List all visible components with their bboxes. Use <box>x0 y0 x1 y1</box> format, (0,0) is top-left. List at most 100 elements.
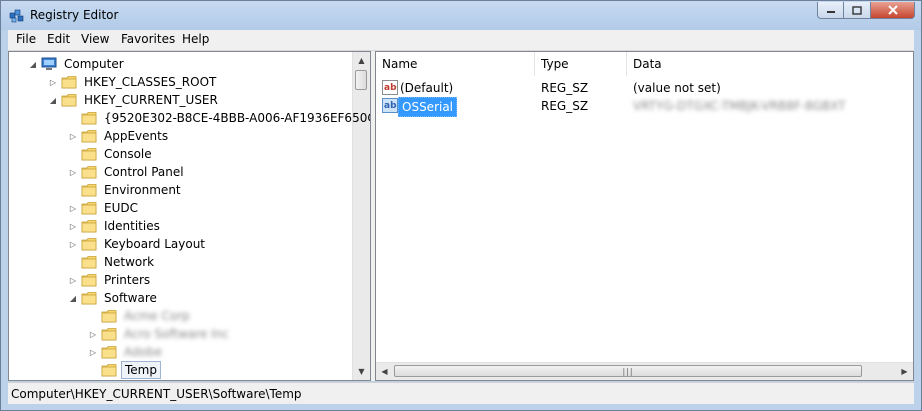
list-horizontal-scrollbar[interactable]: ◀ ||| ▶ <box>376 362 913 380</box>
maximize-icon <box>852 5 862 15</box>
tree-scroll-thumb[interactable] <box>355 70 367 90</box>
minimize-icon <box>826 11 835 13</box>
tree-item[interactable]: ▷ Identities <box>9 217 354 235</box>
collapsed-arrow-icon[interactable]: ▷ <box>88 347 98 357</box>
scroll-down-button[interactable]: ▼ <box>353 363 370 380</box>
title-bar[interactable]: Registry Editor <box>1 1 921 30</box>
menu-view[interactable]: View <box>81 32 109 46</box>
values-list[interactable]: Name Type Data ab (Default) REG_SZ (valu… <box>375 51 914 381</box>
tree-item[interactable]: ▷ AppEvents <box>9 127 354 145</box>
tree-item[interactable]: ▷ Keyboard Layout <box>9 235 354 253</box>
expanded-arrow-icon[interactable]: ◢ <box>28 59 38 69</box>
tree-item[interactable]: {9520E302-B8CE-4BBB-A006-AF1936EF650C} <box>9 109 370 127</box>
folder-icon <box>81 165 97 179</box>
folder-icon <box>81 273 97 287</box>
svg-text:ab: ab <box>384 101 397 111</box>
registry-editor-window: Registry Editor File Edit View Favorites… <box>0 0 922 411</box>
tree-item-label: Computer <box>64 57 124 71</box>
expanded-arrow-icon[interactable]: ◢ <box>68 293 78 303</box>
value-row-default[interactable]: ab (Default) REG_SZ (value not set) <box>376 79 896 97</box>
computer-icon <box>41 57 57 71</box>
tree-item-label: Printers <box>104 273 151 287</box>
close-icon <box>887 5 898 15</box>
tree-item-label: EUDC <box>104 201 138 215</box>
registry-tree[interactable]: ▲ ▼ ◢ Computer ▷ HKEY_CLASSES_ROOT ◢ HKEY_CUR… <box>8 51 371 381</box>
list-scroll-thumb[interactable]: ||| <box>394 365 862 377</box>
tree-item-label: Console <box>104 147 152 161</box>
string-value-icon: ab <box>382 80 398 95</box>
tree-item[interactable]: Console <box>9 145 354 163</box>
tree-item-label: Acme Corp <box>124 309 190 323</box>
collapsed-arrow-icon[interactable]: ▷ <box>68 275 78 285</box>
tree-item[interactable]: ◢ Computer <box>9 55 354 73</box>
tree-item[interactable]: ◢ Software <box>9 289 354 307</box>
tree-vertical-scrollbar[interactable]: ▲ ▼ <box>352 52 370 380</box>
folder-icon <box>81 201 97 215</box>
menu-help[interactable]: Help <box>182 32 209 46</box>
tree-item-label: Temp <box>121 361 161 379</box>
column-header-data[interactable]: Data <box>627 52 913 76</box>
collapsed-arrow-icon[interactable]: ▷ <box>68 131 78 141</box>
tree-item[interactable]: ▷ Control Panel <box>9 163 354 181</box>
tree-item[interactable]: ▷ Adobe <box>9 343 354 361</box>
folder-icon <box>101 345 117 359</box>
tree-item[interactable]: ◢ HKEY_CURRENT_USER <box>9 91 354 109</box>
tree-item[interactable]: ▷ Printers <box>9 271 354 289</box>
folder-icon <box>61 75 77 89</box>
value-name: OSSerial <box>398 97 458 117</box>
tree-item[interactable]: ▷ HKEY_CLASSES_ROOT <box>9 73 354 91</box>
minimize-button[interactable] <box>817 2 844 19</box>
tree-item[interactable]: Temp <box>9 361 354 379</box>
value-name: (Default) <box>400 81 454 95</box>
status-path: Computer\HKEY_CURRENT_USER\Software\Temp <box>11 387 302 401</box>
scroll-down-icon: ▼ <box>358 367 365 376</box>
tree-item[interactable]: ▷ Acro Software Inc <box>9 325 354 343</box>
scroll-up-icon: ▲ <box>358 56 365 65</box>
collapsed-arrow-icon[interactable]: ▷ <box>88 329 98 339</box>
collapsed-arrow-icon[interactable]: ▷ <box>68 221 78 231</box>
column-header-name[interactable]: Name <box>376 52 535 76</box>
collapsed-arrow-icon[interactable]: ▷ <box>68 167 78 177</box>
collapsed-arrow-icon[interactable]: ▷ <box>68 239 78 249</box>
expanded-arrow-icon[interactable]: ◢ <box>48 95 58 105</box>
tree-item-label: {9520E302-B8CE-4BBB-A006-AF1936EF650C} <box>104 111 371 125</box>
tree-item-label: HKEY_CURRENT_USER <box>84 93 218 107</box>
value-row-osserial[interactable]: ab OSSerial REG_SZ VRTYG-DTGXC-TMBJK-VRB… <box>376 97 896 117</box>
registry-editor-icon <box>9 9 24 23</box>
maximize-button[interactable] <box>844 2 871 19</box>
tree-item[interactable]: Acme Corp <box>9 307 354 325</box>
svg-text:ab: ab <box>384 83 397 93</box>
folder-icon <box>81 183 97 197</box>
collapsed-arrow-icon[interactable]: ▷ <box>48 77 58 87</box>
tree-item-label: Adobe <box>124 345 162 359</box>
menu-file[interactable]: File <box>16 32 36 46</box>
value-data-blurred: VRTYG-DTGXC-TMBJK-VRB8F-8GBXT <box>633 99 846 113</box>
folder-icon <box>61 93 77 107</box>
scroll-up-button[interactable]: ▲ <box>353 52 370 69</box>
value-type: REG_SZ <box>541 81 589 95</box>
scroll-left-icon: ◀ <box>381 367 388 376</box>
folder-icon <box>81 147 97 161</box>
tree-item[interactable]: Environment <box>9 181 354 199</box>
close-button[interactable] <box>871 2 915 19</box>
tree-item-label: Network <box>104 255 155 269</box>
folder-icon <box>81 291 97 305</box>
menu-bar: File Edit View Favorites Help <box>8 30 914 51</box>
tree-item-label: Environment <box>104 183 181 197</box>
status-bar: Computer\HKEY_CURRENT_USER\Software\Temp <box>8 382 914 404</box>
tree-item[interactable]: Network <box>9 253 354 271</box>
tree-item[interactable]: ▷ EUDC <box>9 199 354 217</box>
collapsed-arrow-icon[interactable]: ▷ <box>68 203 78 213</box>
tree-item-label: Control Panel <box>104 165 184 179</box>
value-data: (value not set) <box>633 81 721 95</box>
value-type: REG_SZ <box>541 99 589 113</box>
menu-favorites[interactable]: Favorites <box>121 32 175 46</box>
scroll-right-button[interactable]: ▶ <box>896 363 913 380</box>
column-header-type[interactable]: Type <box>535 52 627 76</box>
menu-edit[interactable]: Edit <box>47 32 70 46</box>
string-value-icon: ab <box>382 98 398 113</box>
tree-item-label: AppEvents <box>104 129 169 143</box>
folder-icon <box>101 309 117 323</box>
scroll-right-icon: ▶ <box>901 367 908 376</box>
scroll-left-button[interactable]: ◀ <box>376 363 393 380</box>
